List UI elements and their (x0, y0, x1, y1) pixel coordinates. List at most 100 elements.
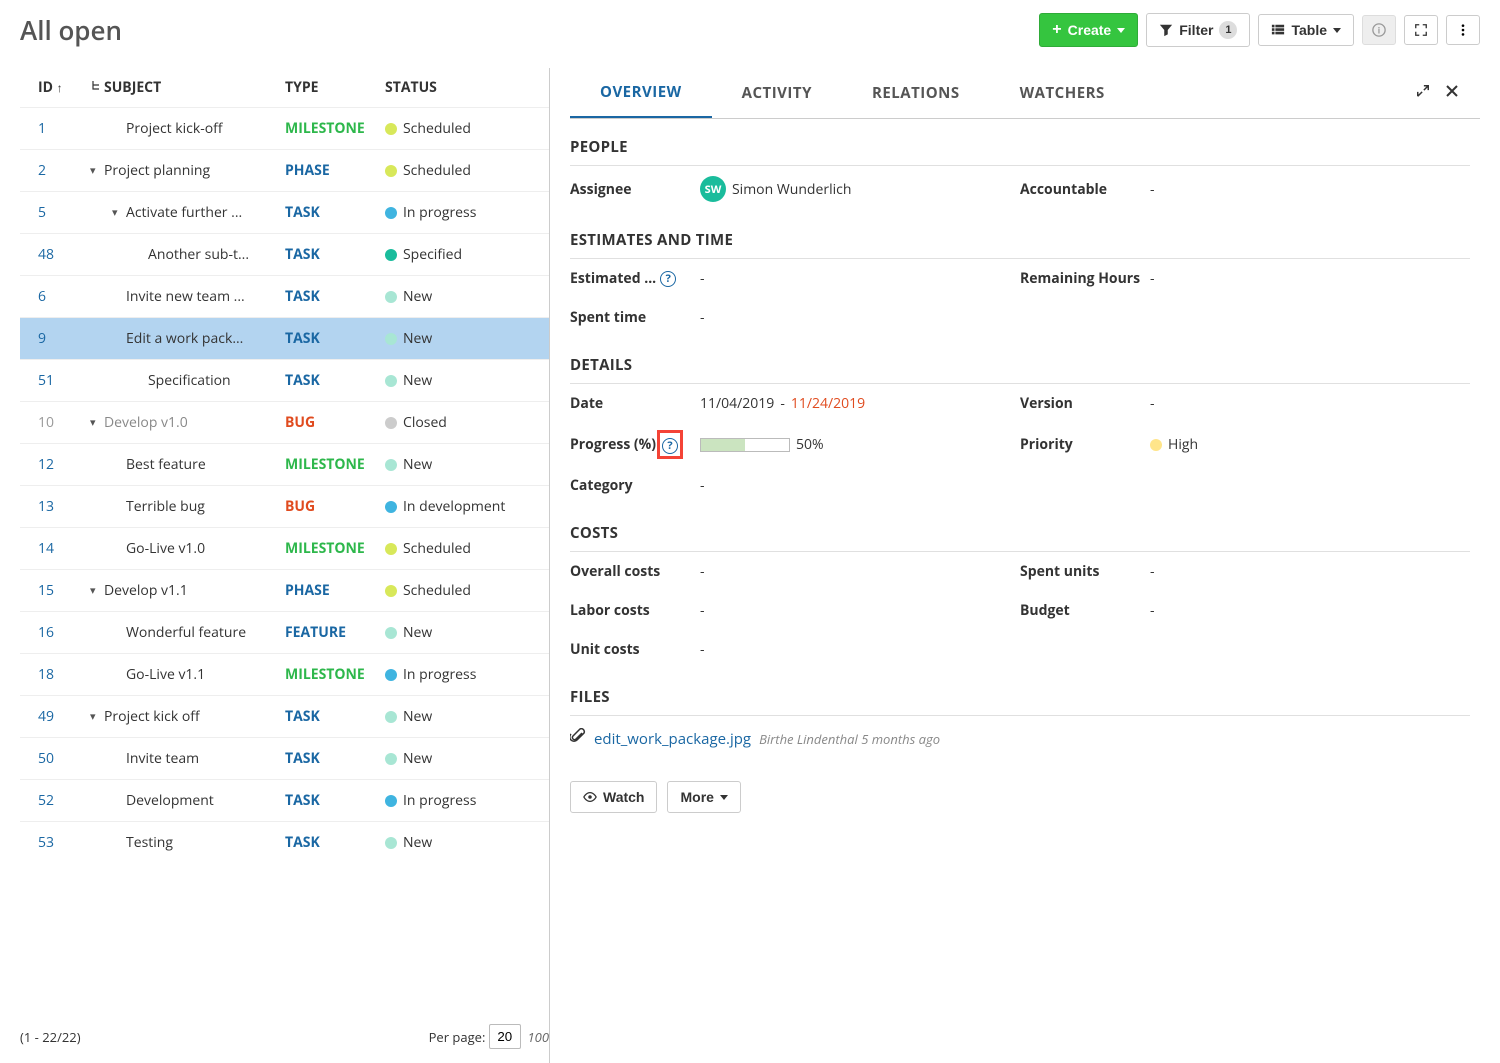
help-icon[interactable]: ? (660, 271, 676, 287)
create-button[interactable]: + Create (1039, 13, 1138, 47)
column-id[interactable]: ID (38, 78, 53, 97)
work-package-id[interactable]: 9 (38, 329, 46, 348)
chevron-down-icon[interactable]: ▾ (90, 709, 104, 724)
work-package-id[interactable]: 53 (38, 833, 54, 852)
work-package-subject[interactable]: Activate further ... (126, 203, 242, 222)
table-row[interactable]: 6Invite new team ...TASKNew (20, 275, 549, 317)
work-package-id[interactable]: 15 (38, 581, 54, 600)
overall-costs-value[interactable]: - (700, 562, 1020, 581)
work-package-subject[interactable]: Develop v1.0 (104, 413, 188, 432)
chevron-down-icon[interactable]: ▾ (90, 415, 104, 430)
work-package-id[interactable]: 6 (38, 287, 46, 306)
per-page-input[interactable] (489, 1024, 521, 1049)
accountable-value[interactable]: - (1150, 176, 1470, 202)
work-package-id[interactable]: 49 (38, 707, 54, 726)
table-row[interactable]: 50Invite teamTASKNew (20, 737, 549, 779)
table-row[interactable]: 14Go-Live v1.0MILESTONEScheduled (20, 527, 549, 569)
file-link[interactable]: edit_work_package.jpg (594, 729, 751, 749)
table-row[interactable]: 16Wonderful featureFEATURENew (20, 611, 549, 653)
progress-bar[interactable] (700, 438, 790, 452)
work-package-id[interactable]: 14 (38, 539, 54, 558)
filter-button[interactable]: Filter 1 (1146, 13, 1250, 47)
estimated-value[interactable]: - (700, 269, 1020, 288)
work-package-id[interactable]: 1 (38, 119, 46, 138)
table-row[interactable]: 18Go-Live v1.1MILESTONEIn progress (20, 653, 549, 695)
work-package-subject[interactable]: Develop v1.1 (104, 581, 188, 600)
work-package-subject[interactable]: Terrible bug (126, 497, 205, 516)
date-end[interactable]: 11/24/2019 (791, 394, 865, 413)
tab-watchers[interactable]: WATCHERS (990, 69, 1135, 117)
tab-relations[interactable]: RELATIONS (842, 69, 990, 117)
work-package-subject[interactable]: Specification (148, 371, 231, 390)
work-package-subject[interactable]: Go-Live v1.0 (126, 539, 205, 558)
chevron-down-icon[interactable]: ▾ (112, 205, 126, 220)
budget-value[interactable]: - (1150, 601, 1470, 620)
labor-costs-value[interactable]: - (700, 601, 1020, 620)
work-package-subject[interactable]: Invite team (126, 749, 199, 768)
assignee-value[interactable]: Simon Wunderlich (732, 180, 851, 199)
spent-units-value[interactable]: - (1150, 562, 1470, 581)
table-row[interactable]: 10▾Develop v1.0BUGClosed (20, 401, 549, 443)
version-value[interactable]: - (1150, 394, 1470, 413)
priority-value[interactable]: High (1168, 435, 1198, 454)
work-package-subject[interactable]: Project kick-off (126, 119, 223, 138)
table-row[interactable]: 5▾Activate further ...TASKIn progress (20, 191, 549, 233)
table-row[interactable]: 48Another sub-t...TASKSpecified (20, 233, 549, 275)
work-package-id[interactable]: 10 (38, 413, 54, 432)
hierarchy-icon[interactable] (90, 78, 104, 97)
work-package-id[interactable]: 51 (38, 371, 54, 390)
work-package-id[interactable]: 50 (38, 749, 54, 768)
work-package-id[interactable]: 2 (38, 161, 46, 180)
category-value[interactable]: - (700, 476, 1470, 495)
remaining-value[interactable]: - (1150, 269, 1470, 288)
per-page-alt[interactable]: 100 (528, 1028, 549, 1046)
work-package-id[interactable]: 16 (38, 623, 54, 642)
work-package-subject[interactable]: Go-Live v1.1 (126, 665, 205, 684)
view-table-button[interactable]: Table (1258, 14, 1354, 46)
table-row[interactable]: 1Project kick-offMILESTONEScheduled (20, 107, 549, 149)
column-subject[interactable]: SUBJECT (104, 78, 161, 97)
table-row[interactable]: 51SpecificationTASKNew (20, 359, 549, 401)
spent-time-value[interactable]: - (700, 308, 1470, 327)
close-icon[interactable] (1444, 83, 1460, 104)
table-row[interactable]: 53TestingTASKNew (20, 821, 549, 863)
tab-overview[interactable]: OVERVIEW (570, 68, 712, 118)
more-button[interactable] (1446, 15, 1480, 45)
table-row[interactable]: 52DevelopmentTASKIn progress (20, 779, 549, 821)
info-button[interactable]: i (1362, 15, 1396, 45)
work-package-subject[interactable]: Testing (126, 833, 173, 852)
work-package-subject[interactable]: Best feature (126, 455, 206, 474)
work-package-subject[interactable]: Development (126, 791, 214, 810)
work-package-id[interactable]: 48 (38, 245, 54, 264)
work-package-subject[interactable]: Invite new team ... (126, 287, 245, 306)
date-start[interactable]: 11/04/2019 (700, 394, 774, 413)
more-actions-button[interactable]: More (667, 781, 740, 813)
work-package-subject[interactable]: Edit a work pack... (126, 329, 243, 348)
tab-activity[interactable]: ACTIVITY (712, 69, 842, 117)
sort-asc-icon[interactable]: ↑ (57, 79, 63, 96)
chevron-down-icon[interactable]: ▾ (90, 163, 104, 178)
work-package-subject[interactable]: Wonderful feature (126, 623, 246, 642)
work-package-id[interactable]: 13 (38, 497, 54, 516)
watch-button[interactable]: Watch (570, 781, 657, 813)
table-row[interactable]: 15▾Develop v1.1PHASEScheduled (20, 569, 549, 611)
table-row[interactable]: 12Best featureMILESTONENew (20, 443, 549, 485)
table-row[interactable]: 13Terrible bugBUGIn development (20, 485, 549, 527)
chevron-down-icon[interactable]: ▾ (90, 583, 104, 598)
unit-costs-value[interactable]: - (700, 640, 1470, 659)
work-package-id[interactable]: 12 (38, 455, 54, 474)
fullscreen-button[interactable] (1404, 15, 1438, 45)
table-row[interactable]: 9Edit a work pack...TASKNew (20, 317, 549, 359)
table-row[interactable]: 49▾Project kick offTASKNew (20, 695, 549, 737)
column-status[interactable]: STATUS (385, 78, 549, 97)
help-icon[interactable]: ? (662, 438, 678, 454)
work-package-subject[interactable]: Another sub-t... (148, 245, 249, 264)
work-package-id[interactable]: 5 (38, 203, 46, 222)
work-package-id[interactable]: 18 (38, 665, 54, 684)
column-type[interactable]: TYPE (285, 78, 385, 97)
work-package-subject[interactable]: Project kick off (104, 707, 200, 726)
table-row[interactable]: 2▾Project planningPHASEScheduled (20, 149, 549, 191)
work-package-subject[interactable]: Project planning (104, 161, 210, 180)
work-package-id[interactable]: 52 (38, 791, 54, 810)
expand-panel-icon[interactable] (1416, 84, 1430, 103)
